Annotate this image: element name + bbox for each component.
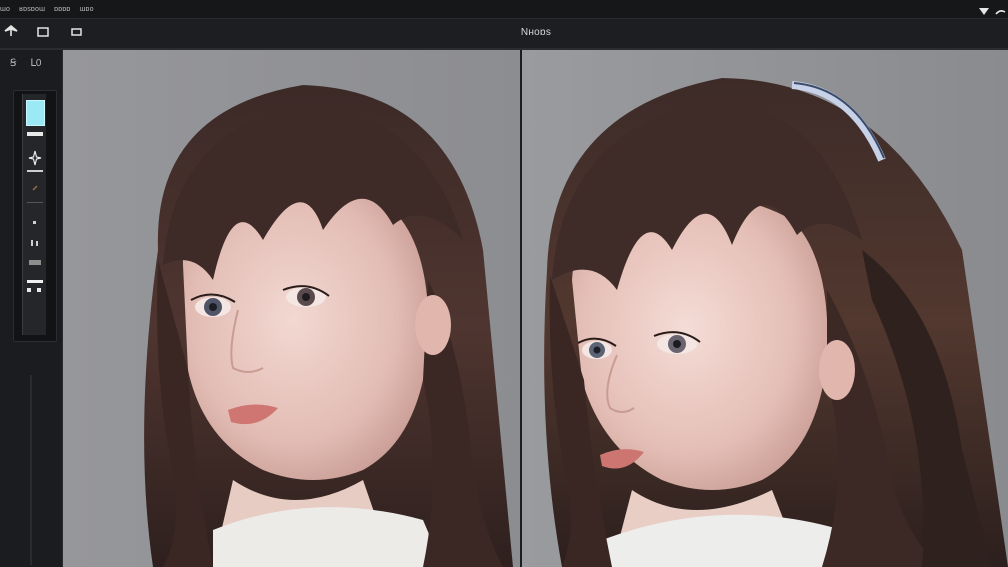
- menu-item-view[interactable]: ɒɒɒɒ: [54, 6, 76, 13]
- menu-bar: ɯo ʁɒsɒoɯ ɒɒɒɒ ɯɒo: [0, 0, 1008, 19]
- double-line-icon[interactable]: [25, 280, 44, 292]
- document-title: Nʜoɒs: [520, 27, 552, 38]
- line-tool-icon[interactable]: [25, 132, 44, 136]
- canvas-right[interactable]: [522, 50, 1008, 567]
- panel-glyph-1[interactable]: Ꞩ: [10, 58, 16, 69]
- canvas-left[interactable]: [63, 50, 520, 567]
- separator-line: [25, 202, 44, 203]
- left-tool-panel: Ꞩ Ⅼ0: [0, 50, 63, 567]
- portrait-image-left: [63, 50, 520, 567]
- divider-line: [25, 170, 44, 172]
- menu-item-file[interactable]: ɯo: [0, 6, 16, 13]
- portrait-image-right: [522, 50, 1008, 567]
- split-icon[interactable]: [25, 240, 44, 246]
- tool-strip: [13, 90, 57, 342]
- menu-item-help[interactable]: ɯɒo: [80, 6, 100, 13]
- sparkle-icon[interactable]: [25, 150, 44, 166]
- scroll-track[interactable]: [30, 375, 32, 565]
- color-swatch[interactable]: [26, 100, 45, 126]
- panel-glyph-2[interactable]: Ⅼ0: [30, 58, 41, 69]
- toolbar: Nʜoɒs: [0, 19, 1008, 50]
- menu-item-edit[interactable]: ʁɒsɒoɯ: [19, 6, 51, 13]
- brush-icon[interactable]: [25, 184, 44, 192]
- bar-icon[interactable]: [25, 260, 44, 265]
- dot-icon[interactable]: [25, 221, 44, 225]
